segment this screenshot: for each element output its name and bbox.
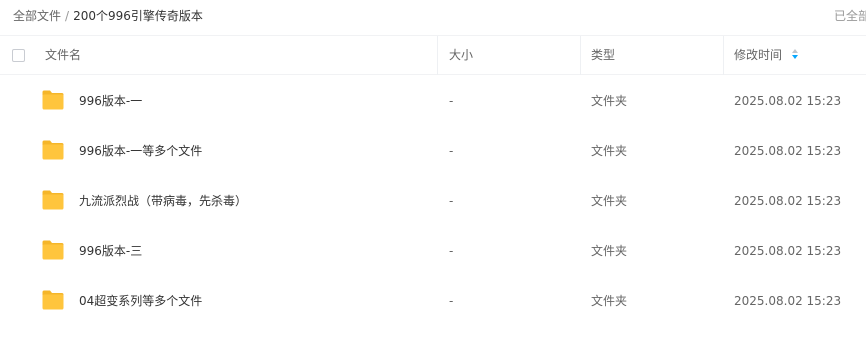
file-modified-time: 2025.08.02 15:23 [734,94,842,108]
column-header-name[interactable]: 文件名 [45,36,81,75]
file-modified-time: 2025.08.02 15:23 [734,194,842,208]
selection-status: 已全部 [834,9,866,23]
column-header-modified[interactable]: 修改时间 [734,36,800,75]
column-divider [723,36,724,75]
breadcrumb-current: 200个996引擎传奇版本 [73,9,203,23]
file-size: - [449,94,454,108]
column-divider [580,36,581,75]
file-size: - [449,294,454,308]
folder-icon [41,289,65,311]
folder-icon [41,189,65,211]
column-header-size[interactable]: 大小 [449,36,473,75]
file-modified-time: 2025.08.02 15:23 [734,144,842,158]
file-row[interactable]: 996版本-一等多个文件 - 文件夹 2025.08.02 15:23 [0,126,866,176]
breadcrumb-separator: / [65,9,70,23]
breadcrumb: 全部文件 /200个996引擎传奇版本 [13,7,203,24]
select-all-checkbox[interactable] [12,49,25,62]
column-header-type[interactable]: 类型 [591,36,615,75]
column-header-modified-label: 修改时间 [734,48,783,62]
file-size: - [449,144,454,158]
file-row[interactable]: 04超变系列等多个文件 - 文件夹 2025.08.02 15:23 [0,276,866,326]
file-name[interactable]: 996版本-三 [79,226,142,276]
file-type: 文件夹 [591,294,628,308]
file-type: 文件夹 [591,144,628,158]
file-name[interactable]: 996版本-一 [79,76,142,126]
column-divider [437,36,438,75]
file-modified-time: 2025.08.02 15:23 [734,244,842,258]
file-name[interactable]: 996版本-一等多个文件 [79,126,202,176]
file-name[interactable]: 九流派烈战（带病毒，先杀毒） [79,176,247,226]
file-modified-time: 2025.08.02 15:23 [734,294,842,308]
file-name[interactable]: 04超变系列等多个文件 [79,276,202,326]
file-size: - [449,194,454,208]
file-list-header: 文件名 大小 类型 修改时间 [0,35,866,75]
folder-icon [41,139,65,161]
folder-icon [41,239,65,261]
file-row[interactable]: 996版本-一 - 文件夹 2025.08.02 15:23 [0,76,866,126]
folder-icon [41,89,65,111]
file-type: 文件夹 [591,94,628,108]
file-type: 文件夹 [591,244,628,258]
top-bar: 全部文件 /200个996引擎传奇版本 已全部 [0,0,866,32]
breadcrumb-root-link[interactable]: 全部文件 [13,9,61,23]
file-row[interactable]: 996版本-三 - 文件夹 2025.08.02 15:23 [0,226,866,276]
file-size: - [449,244,454,258]
file-row[interactable]: 九流派烈战（带病毒，先杀毒） - 文件夹 2025.08.02 15:23 [0,176,866,226]
sort-icon[interactable] [792,48,800,61]
file-type: 文件夹 [591,194,628,208]
